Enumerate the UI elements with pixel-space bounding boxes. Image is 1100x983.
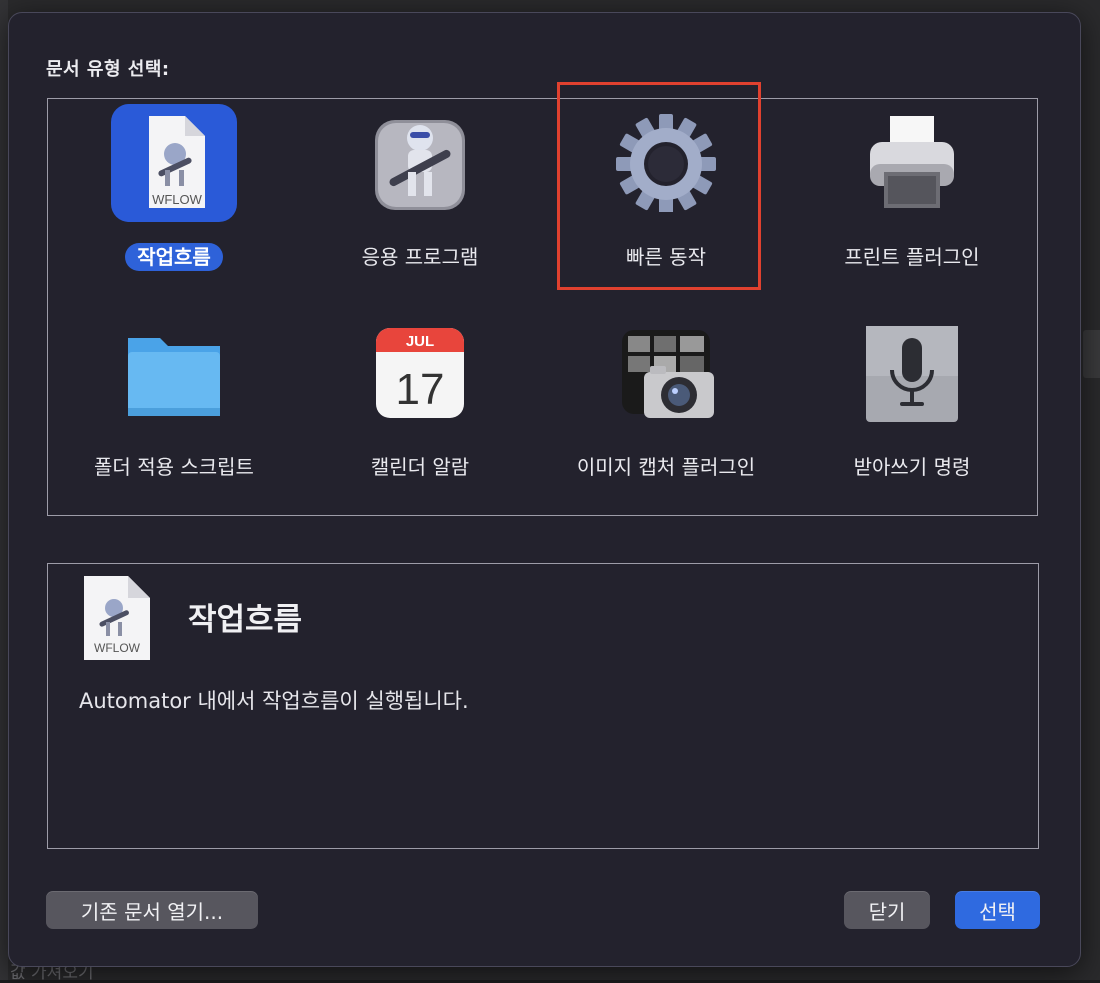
choose-button[interactable]: 선택 — [955, 891, 1040, 929]
printer-icon — [862, 112, 962, 212]
svg-text:17: 17 — [396, 365, 445, 414]
svg-text:WFLOW: WFLOW — [152, 192, 203, 207]
background-sidebar-edge — [0, 0, 8, 980]
doc-type-label: 받아쓰기 명령 — [853, 455, 971, 479]
doc-type-label: 응용 프로그램 — [361, 245, 479, 269]
doc-type-calendar-alarm[interactable]: JUL 17 캘린더 알람 — [296, 318, 544, 518]
doc-type-label: 이미지 캡처 플러그인 — [576, 455, 756, 479]
doc-type-application[interactable]: 응용 프로그램 — [296, 108, 544, 308]
svg-text:JUL: JUL — [406, 333, 434, 350]
doc-type-label: 작업흐름 — [125, 243, 223, 271]
background-tab-edge — [1083, 330, 1100, 378]
description-text: Automator 내에서 작업흐름이 실행됩니다. — [79, 689, 469, 713]
quick-action-highlight-box — [557, 82, 761, 290]
image-capture-icon — [616, 322, 716, 422]
doc-type-workflow[interactable]: WFLOW 작업흐름 — [50, 104, 298, 308]
microphone-icon — [862, 322, 962, 422]
svg-text:WFLOW: WFLOW — [94, 641, 141, 655]
calendar-icon: JUL 17 — [370, 322, 470, 422]
doc-type-label: 캘린더 알람 — [370, 455, 470, 479]
doc-type-image-capture-plugin[interactable]: 이미지 캡처 플러그인 — [542, 318, 790, 518]
workflow-file-icon: WFLOW — [82, 574, 152, 662]
doc-type-print-plugin[interactable]: 프린트 플러그인 — [788, 108, 1036, 308]
workflow-file-icon: WFLOW — [111, 104, 237, 222]
folder-icon — [124, 322, 224, 422]
description-title: 작업흐름 — [188, 602, 303, 638]
open-existing-document-button[interactable]: 기존 문서 열기... — [46, 891, 258, 929]
choose-document-type-heading: 문서 유형 선택: — [46, 59, 170, 80]
doc-type-folder-action[interactable]: 폴더 적용 스크립트 — [50, 318, 298, 518]
doc-type-label: 폴더 적용 스크립트 — [94, 455, 254, 479]
doc-type-label: 프린트 플러그인 — [844, 245, 980, 269]
doc-type-dictation-command[interactable]: 받아쓰기 명령 — [788, 318, 1036, 518]
close-button[interactable]: 닫기 — [844, 891, 930, 929]
automator-app-icon — [370, 112, 470, 212]
